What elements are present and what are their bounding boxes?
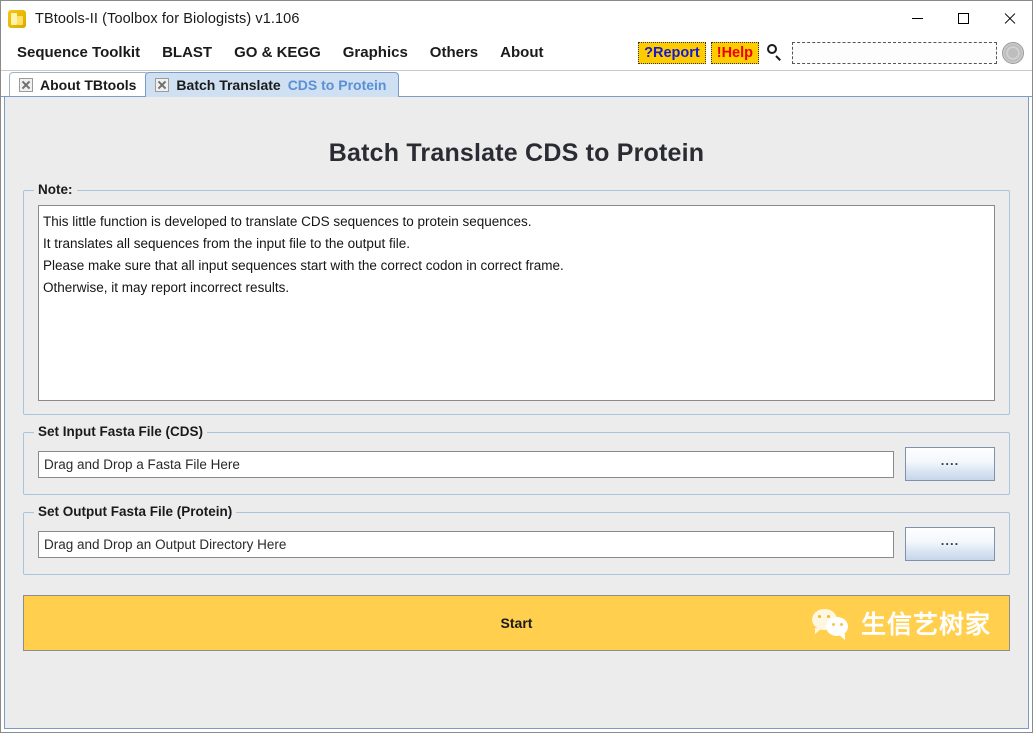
output-file-row: .... xyxy=(38,527,995,561)
close-button[interactable] xyxy=(986,1,1032,36)
application-window: TBtools-II (Toolbox for Biologists) v1.1… xyxy=(0,0,1033,733)
menu-bar: Sequence Toolkit BLAST GO & KEGG Graphic… xyxy=(1,36,1032,71)
input-file-browse-button[interactable]: .... xyxy=(905,447,995,481)
wechat-watermark: 生信艺树家 xyxy=(811,605,991,641)
search-input[interactable] xyxy=(792,42,997,64)
tab-about-tbtools[interactable]: About TBtools xyxy=(9,72,150,97)
menu-item-graphics[interactable]: Graphics xyxy=(334,40,417,66)
settings-knob-icon[interactable] xyxy=(1002,42,1024,64)
menu-bar-right-tools: ?Report !Help xyxy=(638,36,1024,70)
menu-item-others[interactable]: Others xyxy=(421,40,487,66)
watermark-text: 生信艺树家 xyxy=(860,610,991,639)
window-title: TBtools-II (Toolbox for Biologists) v1.1… xyxy=(35,10,300,27)
window-controls xyxy=(894,1,1032,36)
input-file-row: .... xyxy=(38,447,995,481)
maximize-button[interactable] xyxy=(940,1,986,36)
start-button-label: Start xyxy=(500,615,533,631)
minimize-button[interactable] xyxy=(894,1,940,36)
input-file-path-field[interactable] xyxy=(38,450,894,478)
tab-close-icon[interactable] xyxy=(19,78,33,92)
tab-label: Batch Translate xyxy=(176,77,281,93)
help-button[interactable]: !Help xyxy=(710,42,759,64)
output-file-path-field[interactable] xyxy=(38,530,894,558)
note-textarea[interactable]: This little function is developed to tra… xyxy=(38,205,995,401)
tbtools-logo-icon xyxy=(8,9,26,28)
report-button[interactable]: ?Report xyxy=(638,42,706,64)
content-frame: Batch Translate CDS to Protein Note: Thi… xyxy=(4,97,1029,729)
note-line: This little function is developed to tra… xyxy=(43,214,532,229)
menu-item-about[interactable]: About xyxy=(491,40,552,66)
menu-item-go-kegg[interactable]: GO & KEGG xyxy=(225,40,330,66)
note-group: Note: This little function is developed … xyxy=(23,182,1010,415)
output-file-group-title: Set Output Fasta File (Protein) xyxy=(34,504,237,519)
output-file-group: Set Output Fasta File (Protein) .... xyxy=(23,504,1010,575)
note-line: Please make sure that all input sequence… xyxy=(43,258,564,273)
title-bar: TBtools-II (Toolbox for Biologists) v1.1… xyxy=(1,1,1032,36)
wechat-icon xyxy=(811,608,852,640)
content-panel: Batch Translate CDS to Protein Note: Thi… xyxy=(9,101,1024,724)
close-icon xyxy=(1003,12,1016,25)
input-file-group-title: Set Input Fasta File (CDS) xyxy=(34,424,208,439)
maximize-icon xyxy=(957,13,969,24)
note-group-title: Note: xyxy=(34,182,77,197)
tab-batch-translate[interactable]: Batch Translate CDS to Protein xyxy=(145,72,400,97)
page-title: Batch Translate CDS to Protein xyxy=(328,139,705,167)
menu-item-sequence-toolkit[interactable]: Sequence Toolkit xyxy=(8,40,149,66)
tab-label: About TBtools xyxy=(40,77,137,93)
search-icon[interactable] xyxy=(766,44,784,62)
start-button[interactable]: Start 生信艺树家 xyxy=(23,595,1010,651)
input-file-group: Set Input Fasta File (CDS) .... xyxy=(23,424,1010,495)
menu-item-blast[interactable]: BLAST xyxy=(153,40,221,66)
note-line: It translates all sequences from the inp… xyxy=(43,236,410,251)
tab-sublabel: CDS to Protein xyxy=(287,77,387,93)
note-line: Otherwise, it may report incorrect resul… xyxy=(43,280,290,295)
output-file-browse-button[interactable]: .... xyxy=(905,527,995,561)
minimize-icon xyxy=(911,18,923,19)
tab-bar: About TBtools Batch Translate CDS to Pro… xyxy=(1,71,1032,97)
tab-close-icon[interactable] xyxy=(155,78,170,92)
